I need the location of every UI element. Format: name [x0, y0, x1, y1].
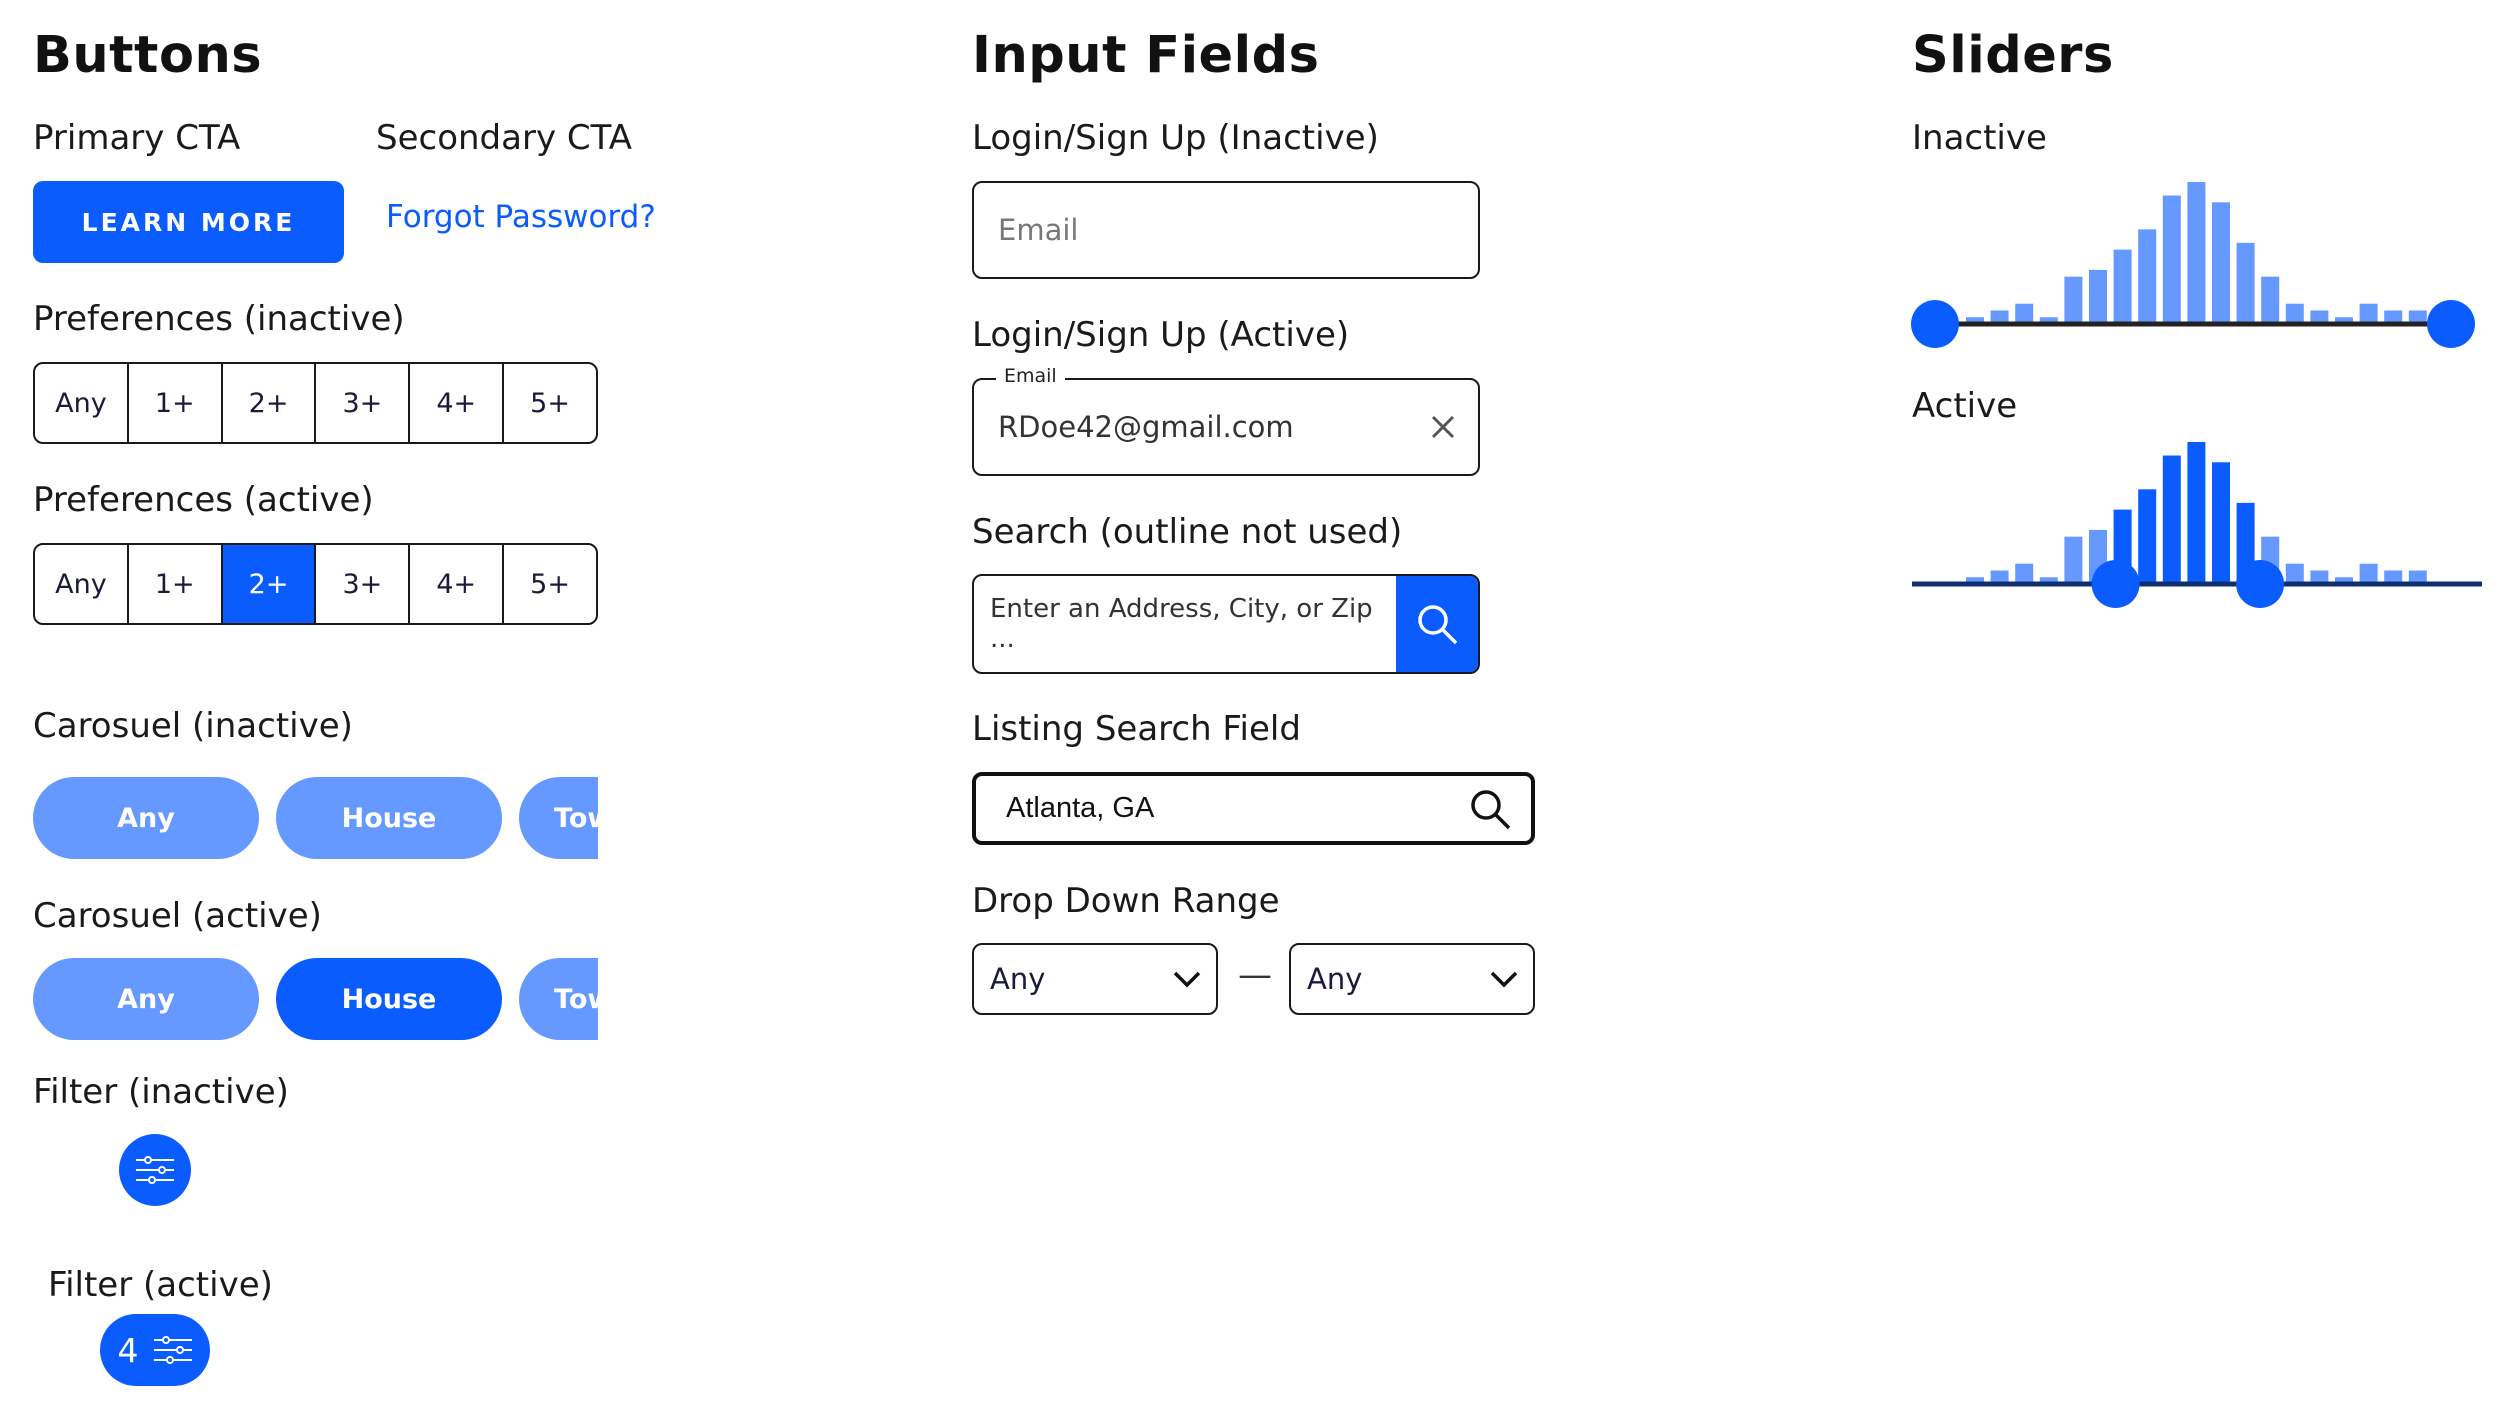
filter-button[interactable]	[119, 1134, 191, 1206]
email-floating-label: Email	[996, 365, 1065, 387]
filter-count-badge: 4	[117, 1330, 139, 1370]
histogram-active	[1966, 442, 2427, 584]
histogram-bar	[2064, 276, 2083, 324]
carousel-active-label: Carosuel (active)	[33, 896, 322, 936]
slider-max-thumb[interactable]	[2427, 300, 2475, 348]
email-value: RDoe42@gmail.com	[998, 410, 1294, 444]
histogram-inactive	[1966, 182, 2427, 324]
slider-min-thumb[interactable]	[2091, 560, 2140, 608]
histogram-bar	[2138, 229, 2157, 324]
preferences-active-label: Preferences (active)	[33, 480, 374, 520]
chevron-down-icon	[1490, 971, 1518, 988]
search-label: Search (outline not used)	[972, 512, 1403, 552]
search-field: Enter an Address, City, or Zip ...	[972, 574, 1480, 674]
histogram-bar	[2064, 536, 2083, 584]
histogram-bar	[2162, 455, 2181, 584]
drop-down-range-label: Drop Down Range	[972, 881, 1280, 921]
filter-active-button[interactable]: 4	[100, 1314, 210, 1386]
carousel-inactive: Any House Townhouse	[33, 777, 598, 861]
search-input[interactable]: Enter an Address, City, or Zip ...	[974, 576, 1396, 672]
carousel-chip-any[interactable]: Any	[33, 958, 259, 1040]
close-icon[interactable]	[1430, 414, 1456, 440]
histogram-bar	[2113, 249, 2132, 324]
pref-option-4plus[interactable]: 4+	[408, 545, 502, 623]
histogram-bar	[2285, 303, 2304, 324]
min-dropdown[interactable]: Any	[972, 943, 1218, 1015]
range-separator: —	[1238, 955, 1272, 995]
slider-inactive-label: Inactive	[1912, 118, 2047, 158]
carousel-chip-any[interactable]: Any	[33, 777, 259, 859]
histogram-bar	[2212, 462, 2230, 584]
sliders-icon	[136, 1156, 174, 1184]
slider-min-thumb[interactable]	[1911, 300, 1959, 348]
pref-option-any[interactable]: Any	[35, 364, 127, 442]
histogram-bar	[2212, 202, 2230, 324]
email-field-inactive[interactable]: Email	[972, 181, 1480, 279]
histogram-bar	[2261, 276, 2280, 324]
histogram-bar	[2359, 563, 2378, 584]
range-slider-inactive[interactable]	[1900, 160, 2500, 360]
histogram-bar	[2015, 303, 2034, 324]
histogram-bar	[2187, 182, 2206, 324]
login-active-label: Login/Sign Up (Active)	[972, 315, 1350, 355]
search-icon	[1418, 605, 1458, 645]
pref-option-any[interactable]: Any	[35, 545, 127, 623]
max-dropdown-value: Any	[1307, 962, 1363, 996]
sliders-heading: Sliders	[1912, 26, 2114, 85]
histogram-bar	[2359, 303, 2378, 324]
histogram-bar	[2187, 442, 2206, 584]
histogram-bar	[2015, 563, 2034, 584]
primary-cta-label: Primary CTA	[33, 118, 241, 158]
listing-search-label: Listing Search Field	[972, 709, 1301, 749]
pref-option-5plus[interactable]: 5+	[502, 364, 596, 442]
carousel-chip-townhouse[interactable]: Townhouse	[519, 958, 598, 1040]
preferences-inactive-segmented: Any 1+ 2+ 3+ 4+ 5+	[33, 362, 598, 444]
listing-search-field[interactable]: Atlanta, GA	[972, 772, 1535, 845]
carousel-chip-house-selected[interactable]: House	[276, 958, 502, 1040]
search-button[interactable]	[1396, 576, 1478, 672]
carousel-chip-townhouse[interactable]: Townhouse	[519, 777, 598, 859]
pref-option-2plus[interactable]: 2+	[220, 364, 315, 442]
buttons-heading: Buttons	[33, 26, 263, 85]
filter-inactive-label: Filter (inactive)	[33, 1072, 289, 1112]
pref-option-3plus[interactable]: 3+	[314, 545, 408, 623]
chevron-down-icon	[1173, 971, 1201, 988]
histogram-bar	[2138, 489, 2157, 584]
forgot-password-link[interactable]: Forgot Password?	[386, 199, 656, 235]
slider-max-thumb[interactable]	[2236, 560, 2285, 608]
preferences-inactive-label: Preferences (inactive)	[33, 299, 405, 339]
histogram-bar	[2236, 242, 2255, 324]
min-dropdown-value: Any	[990, 962, 1046, 996]
pref-option-2plus-selected[interactable]: 2+	[220, 545, 315, 623]
pref-option-4plus[interactable]: 4+	[408, 364, 502, 442]
email-placeholder: Email	[998, 213, 1079, 247]
filter-active-label: Filter (active)	[48, 1265, 273, 1305]
input-fields-heading: Input Fields	[972, 26, 1320, 85]
histogram-bar	[2285, 563, 2304, 584]
secondary-cta-label: Secondary CTA	[376, 118, 632, 158]
sliders-icon	[153, 1336, 192, 1364]
histogram-bar	[2089, 269, 2107, 324]
preferences-active-segmented: Any 1+ 2+ 3+ 4+ 5+	[33, 543, 598, 625]
range-slider-active[interactable]	[1900, 420, 2500, 620]
listing-search-value: Atlanta, GA	[1006, 792, 1155, 824]
pref-option-1plus[interactable]: 1+	[126, 364, 221, 442]
email-field-active[interactable]: RDoe42@gmail.com	[972, 378, 1480, 476]
pref-option-1plus[interactable]: 1+	[126, 545, 221, 623]
pref-option-3plus[interactable]: 3+	[314, 364, 408, 442]
learn-more-button[interactable]: LEARN MORE	[33, 181, 344, 263]
histogram-bar	[2162, 195, 2181, 324]
carousel-inactive-label: Carosuel (inactive)	[33, 706, 353, 746]
search-icon[interactable]	[1469, 788, 1511, 830]
carousel-active: Any House Townhouse	[33, 958, 598, 1042]
max-dropdown[interactable]: Any	[1289, 943, 1535, 1015]
login-inactive-label: Login/Sign Up (Inactive)	[972, 118, 1379, 158]
pref-option-5plus[interactable]: 5+	[502, 545, 596, 623]
carousel-chip-house[interactable]: House	[276, 777, 502, 859]
